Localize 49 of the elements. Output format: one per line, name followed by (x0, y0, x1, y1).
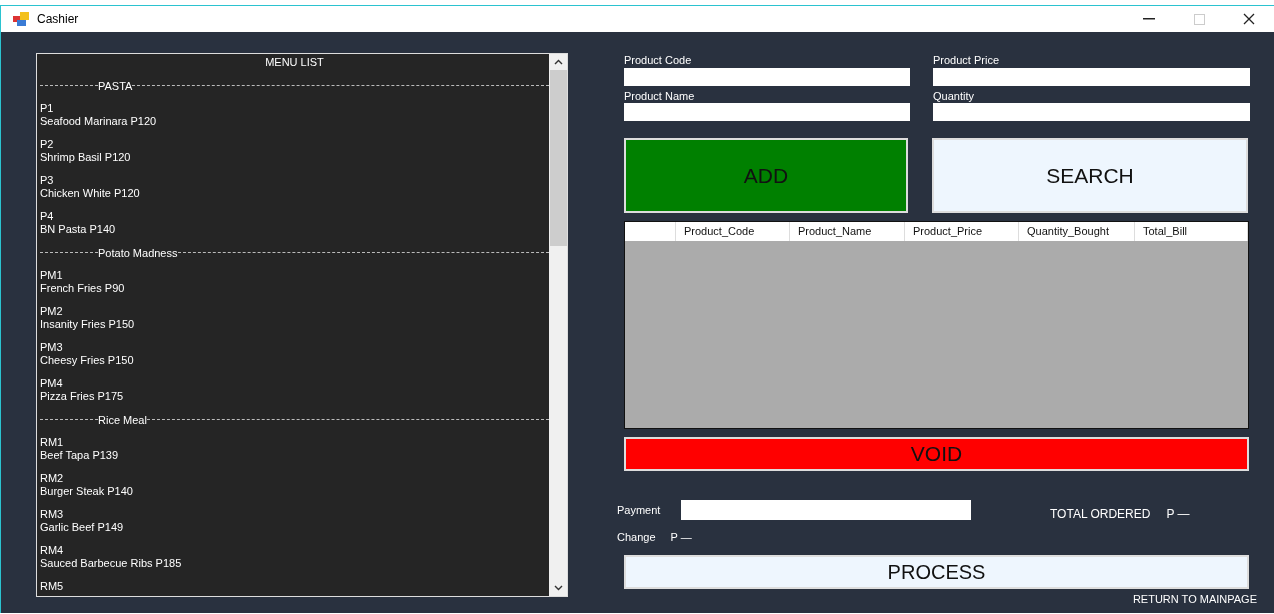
input-field[interactable] (624, 103, 910, 121)
column-header[interactable]: Total_Bill (1135, 222, 1248, 241)
payment-label: Payment (617, 504, 662, 516)
menu-item[interactable]: PM4 Pizza Fries P175 (40, 377, 549, 403)
menu-item[interactable]: P3 Chicken White P120 (40, 174, 549, 200)
menu-item[interactable]: P2 Shrimp Basil P120 (40, 138, 549, 164)
search-button[interactable]: SEARCH (932, 138, 1248, 213)
section-header: PASTA (98, 79, 133, 92)
payment-field[interactable] (681, 500, 971, 520)
field-label: Quantity (933, 88, 975, 103)
menu-list[interactable] (36, 53, 568, 597)
field-label: Product Name (624, 88, 696, 103)
column-header[interactable]: Product_Price (905, 222, 1019, 241)
menu-item[interactable]: RM2 Burger Steak P140 (40, 472, 549, 498)
return-link[interactable]: RETURN TO MAINPAGE (1132, 593, 1257, 605)
section-header: Potato Madness (98, 246, 178, 259)
process-button[interactable]: PROCESS (624, 555, 1249, 589)
menu-item[interactable]: PM2 Insanity Fries P150 (40, 305, 549, 331)
menu-item[interactable]: RM1 Beef Tapa P139 (40, 436, 549, 462)
input-field[interactable] (624, 67, 910, 86)
section-header: Rice Meal (98, 413, 147, 426)
column-header[interactable]: Product_Name (790, 222, 905, 241)
close-icon (1243, 13, 1255, 25)
field-label: Product Price (933, 53, 1001, 67)
input-field[interactable] (933, 103, 1250, 121)
menu-item[interactable]: RM5 (40, 580, 549, 593)
menu-item[interactable]: P1 Seafood Marinara P120 (40, 102, 549, 128)
menu-item[interactable]: PM3 Cheesy Fries P150 (40, 341, 549, 367)
menu-item[interactable]: RM3 Garlic Beef P149 (40, 508, 549, 534)
void-button[interactable]: VOID (624, 437, 1249, 471)
total-label: TOTAL ORDERED (1050, 507, 1151, 521)
menu-item[interactable]: P4 BN Pasta P140 (40, 210, 549, 236)
change-label: Change (617, 531, 656, 543)
column-header[interactable]: Quantity_Bought (1019, 222, 1135, 241)
menu-item[interactable]: PM1 French Fries P90 (40, 269, 549, 295)
data-grid[interactable]: Product_Code Product_Name Product_Price Quantity_Bought Total_Bill (624, 221, 1249, 429)
scrollbar-thumb[interactable] (549, 70, 567, 246)
total-value: P — (1166, 507, 1190, 521)
menu-item[interactable]: RM4 Sauced Barbecue Ribs P185 (40, 544, 549, 570)
window-title: Cashier (37, 12, 79, 26)
minimize-icon (1143, 18, 1155, 20)
field-label: Product Code (624, 53, 693, 67)
column-header[interactable]: Product_Code (676, 222, 790, 241)
list-title: MENU LIST (264, 56, 325, 69)
change-value: P — (670, 531, 692, 543)
input-field[interactable] (933, 67, 1250, 86)
app-icon (13, 12, 29, 26)
add-button[interactable]: ADD (624, 138, 908, 213)
maximize-icon (1193, 13, 1205, 25)
